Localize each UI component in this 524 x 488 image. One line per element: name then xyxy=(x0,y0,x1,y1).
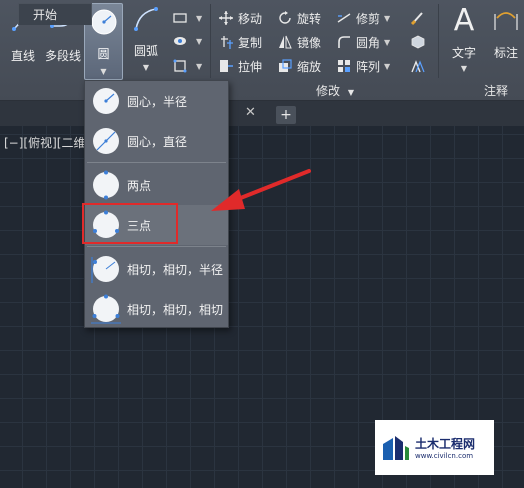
chevron-down-icon: ▼ xyxy=(347,88,354,97)
explode-button[interactable] xyxy=(410,32,430,52)
menu-separator xyxy=(87,162,226,163)
watermark-title: 土木工程网 xyxy=(415,437,476,451)
chevron-down-icon[interactable]: ▼ xyxy=(384,62,390,71)
trim-label: 修剪 xyxy=(356,11,381,26)
chevron-down-icon[interactable]: ▼ xyxy=(100,68,106,76)
rectangle-icon xyxy=(173,13,187,23)
rotate-label: 旋转 xyxy=(297,11,322,26)
text-label: 文字 xyxy=(451,46,476,60)
highlight-box xyxy=(82,203,178,244)
dimension-icon xyxy=(494,12,518,30)
close-icon[interactable]: ✕ xyxy=(245,105,256,120)
move-button[interactable]: 移动 xyxy=(218,8,262,28)
dimension-button[interactable]: 标注 xyxy=(488,4,524,61)
add-tab-button[interactable]: + xyxy=(276,106,296,124)
fillet-label: 圆角 xyxy=(356,35,381,50)
arc-label: 圆弧 xyxy=(133,44,158,58)
watermark-text: 土木工程网 www.civilcn.com xyxy=(415,435,475,460)
fillet-icon xyxy=(338,36,350,48)
stretch-label: 拉伸 xyxy=(238,59,263,74)
region-tool[interactable]: ▼ xyxy=(172,56,202,76)
menu-item-label: 圆心，直径 xyxy=(127,134,188,149)
move-icon xyxy=(219,11,233,25)
trim-button[interactable]: 修剪 ▼ xyxy=(336,8,390,28)
circle-center-radius-icon xyxy=(93,88,119,114)
rectangle-tool[interactable]: ▼ xyxy=(172,8,202,28)
polyline-label: 多段线 xyxy=(44,49,81,63)
menu-item-center-diameter[interactable]: 圆心，直径 xyxy=(85,121,228,161)
brush-icon xyxy=(410,12,423,26)
erase-button[interactable] xyxy=(410,8,430,28)
array-icon xyxy=(338,60,350,72)
rotate-button[interactable]: 旋转 xyxy=(277,8,321,28)
file-tab-bar xyxy=(0,101,524,126)
chevron-down-icon[interactable]: ▼ xyxy=(384,38,390,47)
red-arrow-icon xyxy=(211,169,311,211)
stretch-icon xyxy=(220,60,233,72)
watermark-url: www.civilcn.com xyxy=(415,452,474,460)
menu-separator xyxy=(87,246,226,247)
stretch-button[interactable]: 拉伸 xyxy=(218,56,262,76)
copy-button[interactable]: 复制 xyxy=(218,32,262,52)
circle-tan-tan-radius-icon xyxy=(91,256,119,283)
menu-item-label: 相切，相切，半径 xyxy=(127,262,224,277)
watermark: 土木工程网 www.civilcn.com xyxy=(375,420,494,475)
menu-item-label: 两点 xyxy=(127,178,152,193)
scale-label: 缩放 xyxy=(297,59,322,74)
circle-center-diameter-icon xyxy=(93,128,119,154)
circle-icon xyxy=(91,9,116,35)
array-label: 阵列 xyxy=(356,59,381,74)
modify-panel-title[interactable]: 修改 ▼ xyxy=(240,82,430,99)
menu-item-label: 相切，相切，相切 xyxy=(127,302,224,317)
mirror-label: 镜像 xyxy=(297,35,322,50)
text-icon: A xyxy=(453,3,475,38)
annotation-panel-title[interactable]: 注释 xyxy=(484,82,508,99)
scale-icon xyxy=(279,59,292,72)
line-label: 直线 xyxy=(10,49,35,63)
circle-tan-tan-tan-icon xyxy=(91,294,121,324)
separator xyxy=(438,4,439,78)
circle-label: 圆 xyxy=(97,47,110,61)
modify-panel-label: 修改 xyxy=(316,84,341,98)
array-button[interactable]: 阵列 ▼ xyxy=(336,56,390,76)
hatch-icon xyxy=(174,37,186,45)
chevron-down-icon[interactable]: ▼ xyxy=(143,64,149,72)
menu-item-label: 圆心，半径 xyxy=(127,94,188,109)
menu-item-tan-tan-tan[interactable]: 相切，相切，相切 xyxy=(85,289,228,329)
trim-icon xyxy=(337,13,351,23)
chevron-down-icon[interactable]: ▼ xyxy=(384,14,390,23)
copy-label: 复制 xyxy=(238,35,263,50)
mirror-button[interactable]: 镜像 xyxy=(277,32,321,52)
separator xyxy=(210,4,211,78)
offset-button[interactable] xyxy=(410,56,430,76)
region-icon xyxy=(173,59,187,73)
arc-icon xyxy=(134,7,158,31)
fillet-button[interactable]: 圆角 ▼ xyxy=(336,32,390,52)
mirror-icon xyxy=(279,35,292,49)
rotate-icon xyxy=(279,11,291,24)
chevron-down-icon[interactable]: ▼ xyxy=(196,37,202,46)
hatch-tool[interactable]: ▼ xyxy=(172,31,202,51)
menu-item-center-radius[interactable]: 圆心，半径 xyxy=(85,81,228,121)
chevron-down-icon[interactable]: ▼ xyxy=(461,65,467,73)
scale-button[interactable]: 缩放 xyxy=(277,56,321,76)
chevron-down-icon[interactable]: ▼ xyxy=(196,62,202,71)
dimension-label: 标注 xyxy=(493,46,518,60)
offset-icon xyxy=(411,60,425,73)
cube-icon xyxy=(411,35,425,49)
civilcn-logo-icon xyxy=(383,435,409,460)
copy-icon xyxy=(221,36,233,49)
text-button[interactable]: A 文字 ▼ xyxy=(446,4,482,73)
tab-start[interactable]: 开始 xyxy=(18,3,92,25)
move-label: 移动 xyxy=(238,11,263,26)
circle-two-point-icon xyxy=(93,170,119,200)
arc-button[interactable]: 圆弧 ▼ xyxy=(128,4,164,72)
chevron-down-icon[interactable]: ▼ xyxy=(196,14,202,23)
menu-item-tan-tan-radius[interactable]: 相切，相切，半径 xyxy=(85,249,228,289)
